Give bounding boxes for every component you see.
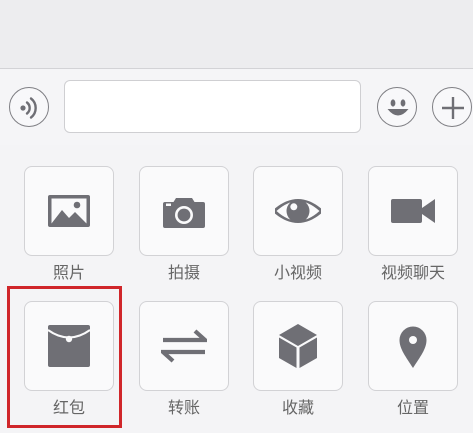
transfer-label: 转账 [167, 398, 200, 417]
video-chat-item[interactable]: 视频聊天 [368, 166, 458, 283]
location-tile[interactable] [368, 301, 458, 391]
chat-input-bar [0, 68, 473, 146]
video-chat-tile[interactable] [368, 166, 458, 256]
camera-label: 拍摄 [167, 263, 200, 282]
location-pin-icon [399, 326, 427, 368]
camera-item[interactable]: 拍摄 [139, 166, 229, 283]
transfer-item[interactable]: 转账 [139, 301, 229, 418]
transfer-tile[interactable] [139, 301, 229, 391]
cube-icon [279, 324, 317, 368]
more-options-button[interactable] [432, 87, 472, 127]
favorites-label: 收藏 [281, 398, 314, 417]
short-video-item[interactable]: 小视频 [253, 166, 343, 283]
voice-button[interactable] [9, 87, 49, 127]
eye-icon [275, 199, 321, 223]
image-icon [48, 195, 90, 227]
plus-icon [442, 97, 464, 119]
video-camera-icon [391, 199, 435, 223]
camera-tile[interactable] [139, 166, 229, 256]
message-input[interactable] [64, 80, 361, 133]
voice-waves-icon [20, 97, 37, 119]
favorites-item[interactable]: 收藏 [253, 301, 343, 418]
emoji-button[interactable] [377, 87, 417, 127]
favorites-tile[interactable] [253, 301, 343, 391]
photos-item[interactable]: 照片 [24, 166, 114, 283]
transfer-arrows-icon [161, 329, 207, 363]
video-chat-label: 视频聊天 [380, 263, 445, 282]
location-item[interactable]: 位置 [368, 301, 458, 418]
photos-label: 照片 [52, 263, 85, 282]
location-label: 位置 [396, 398, 429, 417]
short-video-tile[interactable] [253, 166, 343, 256]
smiley-icon [387, 99, 409, 116]
short-video-label: 小视频 [273, 263, 322, 282]
camera-icon [163, 198, 205, 228]
chat-history-area [0, 0, 473, 68]
photos-tile[interactable] [24, 166, 114, 256]
red-packet-highlight-box [7, 286, 122, 428]
